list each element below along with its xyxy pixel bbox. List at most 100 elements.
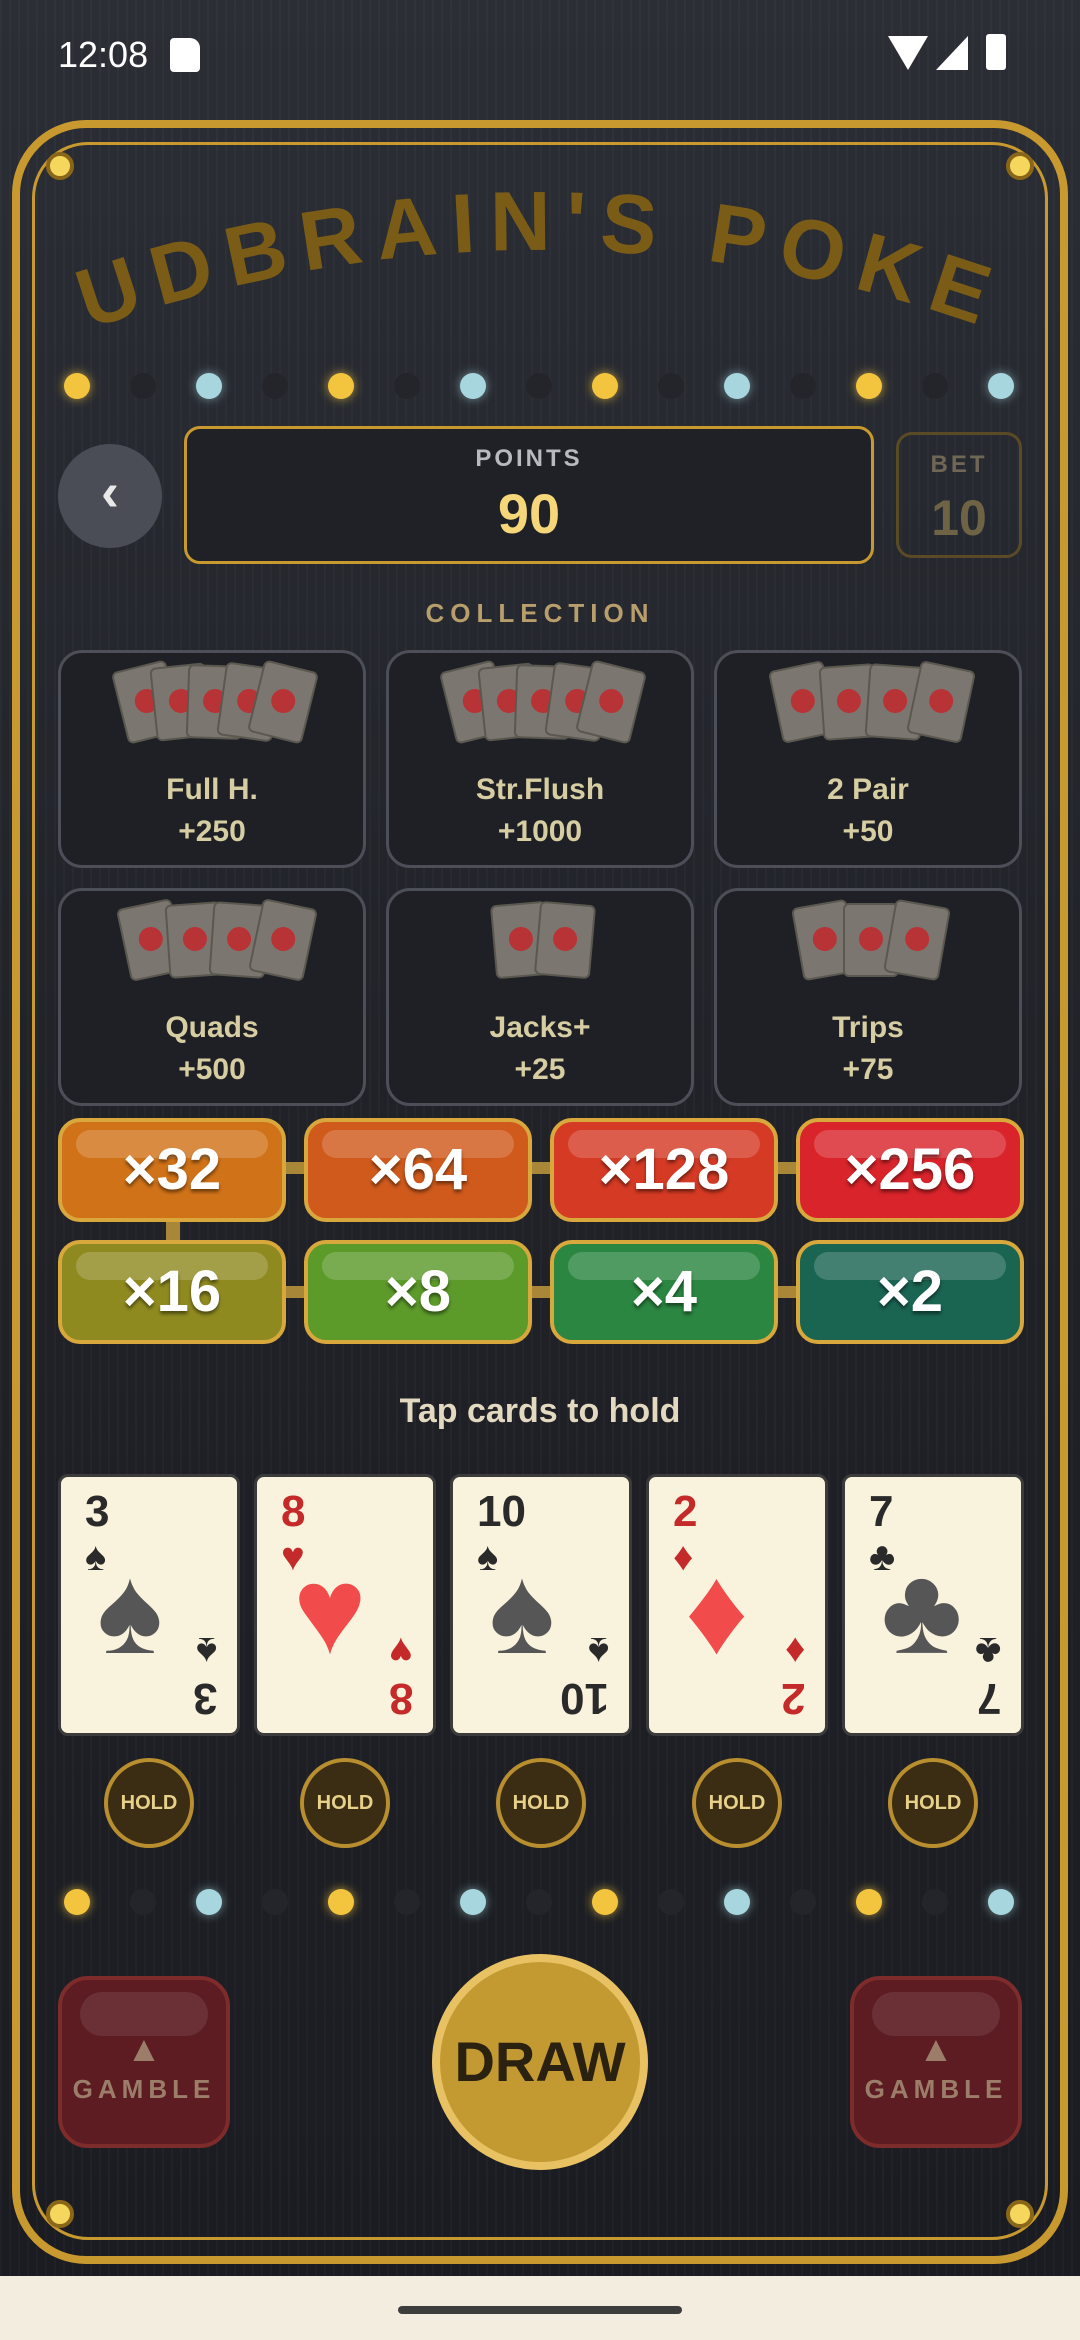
draw-button[interactable]: DRAW <box>432 1954 648 2170</box>
card-rank: 2 <box>780 1674 805 1723</box>
marquee-light <box>262 1889 288 1915</box>
marquee-light <box>526 1889 552 1915</box>
club-icon: ♣ <box>881 1542 963 1680</box>
spade-icon: ♠ <box>97 1542 163 1680</box>
battery-icon <box>986 34 1006 70</box>
marquee-light <box>460 373 486 399</box>
marquee-light <box>856 373 882 399</box>
playing-card-5[interactable]: 7 ♣ ♣ ♣ 7 <box>842 1474 1024 1736</box>
rivet-icon <box>1006 152 1034 180</box>
spade-icon: ♠ <box>195 1629 217 1673</box>
marquee-light <box>64 373 90 399</box>
system-navigation-bar <box>0 2276 1080 2340</box>
home-gesture-handle[interactable] <box>398 2306 682 2314</box>
hand-name: 2 Pair <box>827 773 909 806</box>
rivet-icon <box>46 2200 74 2228</box>
multiplier-x4: ×4 <box>550 1240 778 1344</box>
card-fan-icon <box>61 897 363 993</box>
marquee-light <box>460 1889 486 1915</box>
sd-card-icon <box>170 38 200 72</box>
multiplier-x64: ×64 <box>304 1118 532 1222</box>
rivet-icon <box>46 152 74 180</box>
hold-button-3[interactable]: HOLD <box>496 1758 586 1848</box>
hold-button-1[interactable]: HOLD <box>104 1758 194 1848</box>
card-rank: 8 <box>388 1674 413 1723</box>
gamble-button-left[interactable]: ▲ GAMBLE <box>58 1976 230 2148</box>
marquee-light <box>658 373 684 399</box>
card-rank: 3 <box>85 1487 110 1536</box>
marquee-light <box>922 373 948 399</box>
points-value: 90 <box>497 482 561 545</box>
multiplier-x2: ×2 <box>796 1240 1024 1344</box>
points-label: POINTS <box>475 445 583 472</box>
diamond-icon: ♦ <box>784 1629 805 1673</box>
status-time: 12:08 <box>58 34 149 75</box>
points-display: POINTS 90 <box>184 426 874 564</box>
marquee-light <box>130 1889 156 1915</box>
hold-button-5[interactable]: HOLD <box>888 1758 978 1848</box>
gamble-label: GAMBLE <box>864 2074 1008 2104</box>
game-title-text: BUDBRAIN'S POKER <box>0 104 1001 346</box>
collection-tile-full-house: Full H. +250 <box>58 650 366 868</box>
back-button[interactable]: ‹ <box>58 444 162 548</box>
hand-name: Str.Flush <box>475 773 605 806</box>
status-bar: 12:08 <box>0 0 1080 110</box>
spade-icon: ♠ <box>489 1542 555 1680</box>
multiplier-x8: ×8 <box>304 1240 532 1344</box>
card-fan-icon <box>389 900 691 993</box>
marquee-light <box>790 373 816 399</box>
marquee-light <box>64 1889 90 1915</box>
multiplier-x16: ×16 <box>58 1240 286 1344</box>
bet-label: BET <box>930 451 988 478</box>
hand-name: Full H. <box>166 773 258 806</box>
marquee-light <box>724 1889 750 1915</box>
playing-card-3[interactable]: 10 ♠ ♠ ♠ 10 <box>450 1474 632 1736</box>
marquee-light <box>394 373 420 399</box>
marquee-light <box>196 373 222 399</box>
hand-name: Quads <box>165 1011 259 1044</box>
heart-icon: ♥ <box>389 1629 413 1673</box>
marquee-light <box>196 1889 222 1915</box>
heart-icon: ♥ <box>293 1542 367 1680</box>
card-rank: 10 <box>560 1674 609 1723</box>
marquee-light <box>988 373 1014 399</box>
collection-title: COLLECTION <box>425 598 655 628</box>
marquee-light <box>394 1889 420 1915</box>
marquee-light <box>328 1889 354 1915</box>
wifi-icon <box>888 36 928 70</box>
hold-button-2[interactable]: HOLD <box>300 1758 390 1848</box>
card-rank: 7 <box>869 1487 894 1536</box>
card-rank: 3 <box>192 1674 217 1723</box>
playing-card-1[interactable]: 3 ♠ ♠ ♠ 3 <box>58 1474 240 1736</box>
hand-points: +1000 <box>497 815 583 848</box>
marquee-light <box>658 1889 684 1915</box>
card-rank: 10 <box>477 1487 526 1536</box>
playing-card-4[interactable]: 2 ♦ ♦ ♦ 2 <box>646 1474 828 1736</box>
marquee-light <box>526 373 552 399</box>
collection-tile-two-pair: 2 Pair +50 <box>714 650 1022 868</box>
collection-tile-straight-flush: Str.Flush +1000 <box>386 650 694 868</box>
marquee-light <box>856 1889 882 1915</box>
hand-name: Trips <box>832 1011 904 1044</box>
multiplier-x256: ×256 <box>796 1118 1024 1222</box>
gamble-button-right[interactable]: ▲ GAMBLE <box>850 1976 1022 2148</box>
collection-tile-quads: Quads +500 <box>58 888 366 1106</box>
card-rank: 8 <box>281 1487 306 1536</box>
rivet-icon <box>1006 2200 1034 2228</box>
playing-card-2[interactable]: 8 ♥ ♥ ♥ 8 <box>254 1474 436 1736</box>
multiplier-x128: ×128 <box>550 1118 778 1222</box>
chevron-left-icon: ‹ <box>101 462 119 522</box>
marquee-light <box>328 373 354 399</box>
hold-button-4[interactable]: HOLD <box>692 1758 782 1848</box>
hand-points: +50 <box>842 815 894 848</box>
marquee-light <box>592 1889 618 1915</box>
card-fan-icon <box>717 898 1019 993</box>
card-fan-icon <box>61 659 363 755</box>
card-rank: 2 <box>673 1487 698 1536</box>
marquee-light <box>262 373 288 399</box>
collection-tile-trips: Trips +75 <box>714 888 1022 1106</box>
bet-display[interactable]: BET 10 <box>896 432 1022 558</box>
multiplier-x32: ×32 <box>58 1118 286 1222</box>
spade-icon: ♠ <box>587 1629 609 1673</box>
hand-name: Jacks+ <box>489 1011 591 1044</box>
